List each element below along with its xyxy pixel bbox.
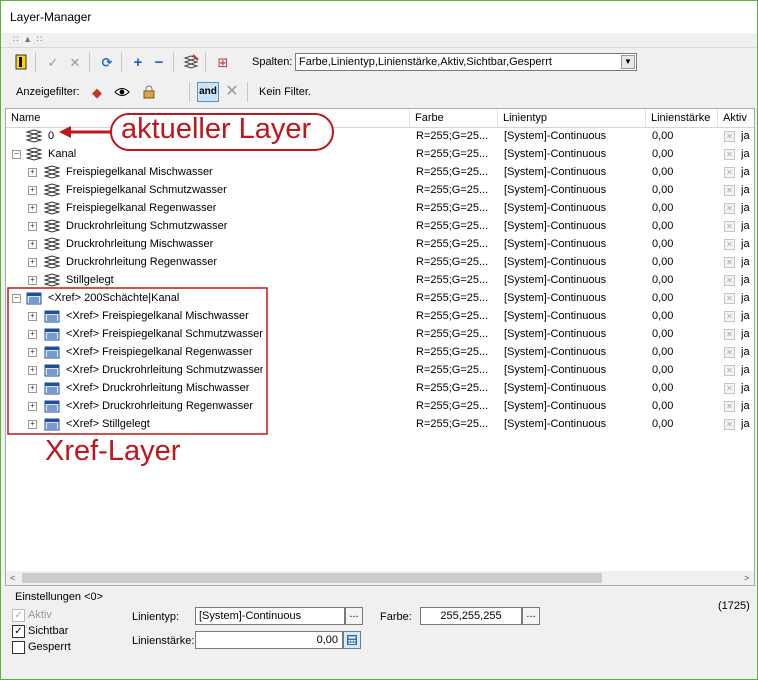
staerke-label: Linienstärke:	[132, 635, 195, 647]
annotation-overlay	[7, 113, 334, 435]
layer-count: (1725)	[718, 600, 750, 612]
linientyp-browse-button[interactable]: ...	[345, 607, 363, 625]
current-layer-annotation: aktueller Layer	[121, 113, 312, 145]
linientyp-field[interactable]: [System]-Continuous	[195, 607, 345, 625]
settings-title: Einstellungen <0>	[15, 591, 104, 603]
calculator-icon[interactable]	[343, 631, 361, 649]
gesperrt-label: Gesperrt	[28, 641, 71, 653]
linientyp-label: Linientyp:	[132, 611, 180, 623]
sichtbar-checkbox[interactable]: ✓	[12, 625, 25, 638]
aktiv-checkbox[interactable]: ✓	[12, 609, 25, 622]
staerke-field[interactable]: 0,00	[195, 631, 343, 649]
settings-panel: Einstellungen <0> (1725) ✓ Aktiv ✓ Sicht…	[1, 589, 757, 679]
xref-layer-annotation: Xref-Layer	[45, 435, 181, 467]
sichtbar-label: Sichtbar	[28, 625, 69, 637]
layer-manager-window: Layer-Manager ∷ ▲ ∷ ✓ ✕ ⟳ + − ⊞ Spalten:…	[0, 0, 758, 680]
farbe-field[interactable]: 255,255,255	[420, 607, 522, 625]
farbe-browse-button[interactable]: ...	[522, 607, 540, 625]
gesperrt-checkbox[interactable]	[12, 641, 25, 654]
farbe-label: Farbe:	[380, 611, 412, 623]
aktiv-label: Aktiv	[28, 609, 52, 621]
arrow-icon	[59, 126, 71, 138]
